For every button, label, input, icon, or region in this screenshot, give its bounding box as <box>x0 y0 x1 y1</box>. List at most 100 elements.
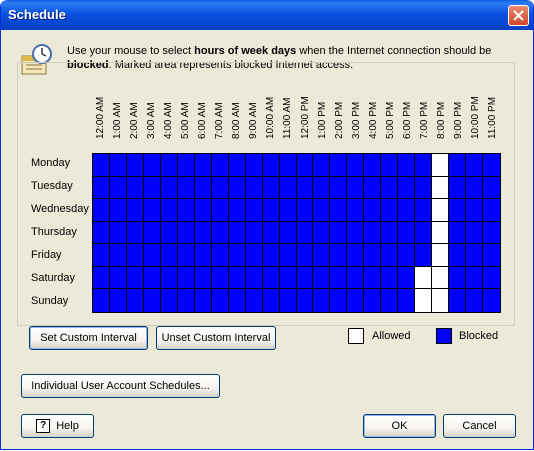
schedule-cell[interactable] <box>262 289 280 312</box>
schedule-cell[interactable] <box>296 176 314 200</box>
schedule-cell[interactable] <box>432 199 450 222</box>
schedule-cell[interactable] <box>398 199 416 222</box>
schedule-cell[interactable] <box>160 199 178 222</box>
schedule-cell[interactable] <box>262 266 280 290</box>
schedule-cell[interactable] <box>93 244 110 267</box>
schedule-cell[interactable] <box>262 221 280 245</box>
schedule-cell[interactable] <box>143 199 161 222</box>
schedule-cell[interactable] <box>449 221 467 245</box>
schedule-cell[interactable] <box>126 244 144 267</box>
schedule-cell[interactable] <box>93 154 110 177</box>
schedule-cell[interactable] <box>432 221 450 245</box>
schedule-cell[interactable] <box>381 176 399 200</box>
schedule-cell[interactable] <box>93 199 110 222</box>
schedule-cell[interactable] <box>143 244 161 267</box>
schedule-cell[interactable] <box>228 244 246 267</box>
schedule-cell[interactable] <box>194 176 212 200</box>
schedule-cell[interactable] <box>449 154 467 177</box>
schedule-cell[interactable] <box>126 221 144 245</box>
schedule-cell[interactable] <box>415 289 433 312</box>
schedule-cell[interactable] <box>313 289 331 312</box>
schedule-cell[interactable] <box>449 199 467 222</box>
schedule-cell[interactable] <box>330 154 348 177</box>
schedule-cell[interactable] <box>194 266 212 290</box>
schedule-cell[interactable] <box>143 176 161 200</box>
schedule-cell[interactable] <box>279 221 297 245</box>
title-bar[interactable]: Schedule <box>1 0 533 30</box>
schedule-cell[interactable] <box>211 289 229 312</box>
schedule-cell[interactable] <box>245 221 263 245</box>
schedule-cell[interactable] <box>109 289 127 312</box>
schedule-cell[interactable] <box>398 244 416 267</box>
schedule-cell[interactable] <box>381 154 399 177</box>
schedule-cell[interactable] <box>177 199 195 222</box>
schedule-cell[interactable] <box>177 289 195 312</box>
schedule-cell[interactable] <box>228 154 246 177</box>
schedule-cell[interactable] <box>160 176 178 200</box>
schedule-cell[interactable] <box>177 221 195 245</box>
schedule-cell[interactable] <box>211 154 229 177</box>
schedule-cell[interactable] <box>93 289 110 312</box>
schedule-cell[interactable] <box>109 176 127 200</box>
schedule-cell[interactable] <box>364 154 382 177</box>
schedule-cell[interactable] <box>313 266 331 290</box>
schedule-cell[interactable] <box>415 154 433 177</box>
schedule-cell[interactable] <box>160 289 178 312</box>
schedule-cell[interactable] <box>160 244 178 267</box>
schedule-cell[interactable] <box>347 289 365 312</box>
schedule-cell[interactable] <box>432 244 450 267</box>
schedule-cell[interactable] <box>466 154 484 177</box>
schedule-cell[interactable] <box>160 266 178 290</box>
individual-user-schedules-button[interactable]: Individual User Account Schedules... <box>21 374 220 398</box>
schedule-cell[interactable] <box>194 199 212 222</box>
schedule-cell[interactable] <box>398 266 416 290</box>
schedule-cell[interactable] <box>245 244 263 267</box>
ok-button[interactable]: OK <box>363 414 436 438</box>
schedule-cell[interactable] <box>211 199 229 222</box>
schedule-cell[interactable] <box>126 176 144 200</box>
schedule-cell[interactable] <box>347 176 365 200</box>
schedule-cell[interactable] <box>398 289 416 312</box>
schedule-cell[interactable] <box>194 289 212 312</box>
schedule-cell[interactable] <box>449 176 467 200</box>
schedule-cell[interactable] <box>177 154 195 177</box>
schedule-cell[interactable] <box>415 244 433 267</box>
cancel-button[interactable]: Cancel <box>443 414 516 438</box>
schedule-cell[interactable] <box>109 266 127 290</box>
schedule-cell[interactable] <box>143 266 161 290</box>
schedule-cell[interactable] <box>126 154 144 177</box>
schedule-cell[interactable] <box>432 176 450 200</box>
schedule-cell[interactable] <box>466 244 484 267</box>
schedule-cell[interactable] <box>449 289 467 312</box>
schedule-cell[interactable] <box>398 154 416 177</box>
schedule-cell[interactable] <box>194 244 212 267</box>
schedule-cell[interactable] <box>364 289 382 312</box>
schedule-cell[interactable] <box>245 199 263 222</box>
schedule-grid[interactable] <box>92 153 501 313</box>
schedule-cell[interactable] <box>483 176 500 200</box>
schedule-cell[interactable] <box>279 289 297 312</box>
schedule-cell[interactable] <box>211 221 229 245</box>
schedule-cell[interactable] <box>93 221 110 245</box>
schedule-cell[interactable] <box>381 289 399 312</box>
help-button[interactable]: ? Help <box>21 414 94 438</box>
schedule-cell[interactable] <box>483 221 500 245</box>
schedule-cell[interactable] <box>93 266 110 290</box>
schedule-cell[interactable] <box>381 244 399 267</box>
schedule-cell[interactable] <box>177 176 195 200</box>
schedule-cell[interactable] <box>347 154 365 177</box>
schedule-cell[interactable] <box>194 221 212 245</box>
schedule-cell[interactable] <box>313 244 331 267</box>
schedule-cell[interactable] <box>262 176 280 200</box>
schedule-cell[interactable] <box>432 154 450 177</box>
schedule-cell[interactable] <box>109 199 127 222</box>
schedule-cell[interactable] <box>381 266 399 290</box>
schedule-cell[interactable] <box>313 221 331 245</box>
schedule-cell[interactable] <box>143 154 161 177</box>
schedule-cell[interactable] <box>449 266 467 290</box>
schedule-cell[interactable] <box>330 244 348 267</box>
schedule-cell[interactable] <box>160 154 178 177</box>
schedule-cell[interactable] <box>211 244 229 267</box>
schedule-cell[interactable] <box>296 199 314 222</box>
schedule-cell[interactable] <box>126 289 144 312</box>
